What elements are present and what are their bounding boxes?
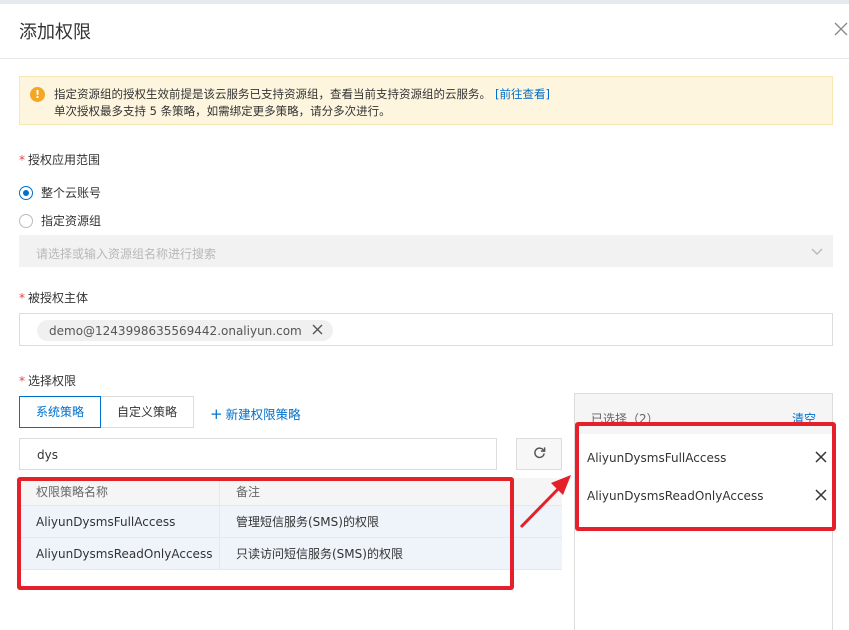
warning-icon: ! <box>30 87 45 102</box>
close-icon[interactable] <box>834 22 849 38</box>
highlight-box-selected <box>575 422 836 531</box>
radio-resource-group[interactable]: 指定资源组 <box>19 212 101 229</box>
radio-label: 指定资源组 <box>41 214 102 228</box>
chevron-down-icon <box>810 244 824 261</box>
dialog-header: 添加权限 <box>0 4 849 59</box>
radio-unchecked-icon[interactable] <box>19 213 33 228</box>
principal-input[interactable]: demo@1243998635569442.onaliyun.com <box>19 313 833 346</box>
new-policy-link[interactable]: + 新建权限策略 <box>210 404 301 423</box>
resource-group-select: 请选择或输入资源组名称进行搜索 <box>19 235 833 267</box>
highlight-box-table <box>17 477 514 590</box>
radio-whole-account[interactable]: 整个云账号 <box>19 184 101 201</box>
permissions-label: * 选择权限 <box>19 374 77 388</box>
plus-icon: + <box>210 405 223 423</box>
principal-tag: demo@1243998635569442.onaliyun.com <box>37 320 333 341</box>
view-link[interactable]: [前往查看] <box>495 87 550 101</box>
alert-text-line2: 单次授权最多支持 5 条策略，如需绑定更多策略，请分多次进行。 <box>54 104 391 118</box>
tab-system-policy[interactable]: 系统策略 <box>19 396 102 428</box>
policy-search-input[interactable]: dys <box>19 438 497 470</box>
search-value: dys <box>37 448 58 462</box>
select-placeholder: 请选择或输入资源组名称进行搜索 <box>36 247 217 261</box>
tab-custom-policy[interactable]: 自定义策略 <box>101 396 195 428</box>
remove-tag-icon[interactable] <box>312 324 323 338</box>
principal-tag-label: demo@1243998635569442.onaliyun.com <box>49 323 302 338</box>
principal-label: * 被授权主体 <box>19 291 89 305</box>
radio-label: 整个云账号 <box>41 186 102 200</box>
dialog-title: 添加权限 <box>19 22 91 43</box>
alert-text-line1: 指定资源组的授权生效前提是该云服务已支持资源组，查看当前支持资源组的云服务。 [前… <box>54 87 550 101</box>
radio-checked-icon[interactable] <box>19 185 33 200</box>
policy-tabs: 系统策略 自定义策略 <box>19 396 195 428</box>
highlight-arrow-icon <box>519 475 571 529</box>
info-alert: ! 指定资源组的授权生效前提是该云服务已支持资源组，查看当前支持资源组的云服务。… <box>19 76 833 125</box>
refresh-icon <box>533 446 546 462</box>
refresh-button[interactable] <box>516 438 562 470</box>
scope-label: * 授权应用范围 <box>19 153 101 167</box>
